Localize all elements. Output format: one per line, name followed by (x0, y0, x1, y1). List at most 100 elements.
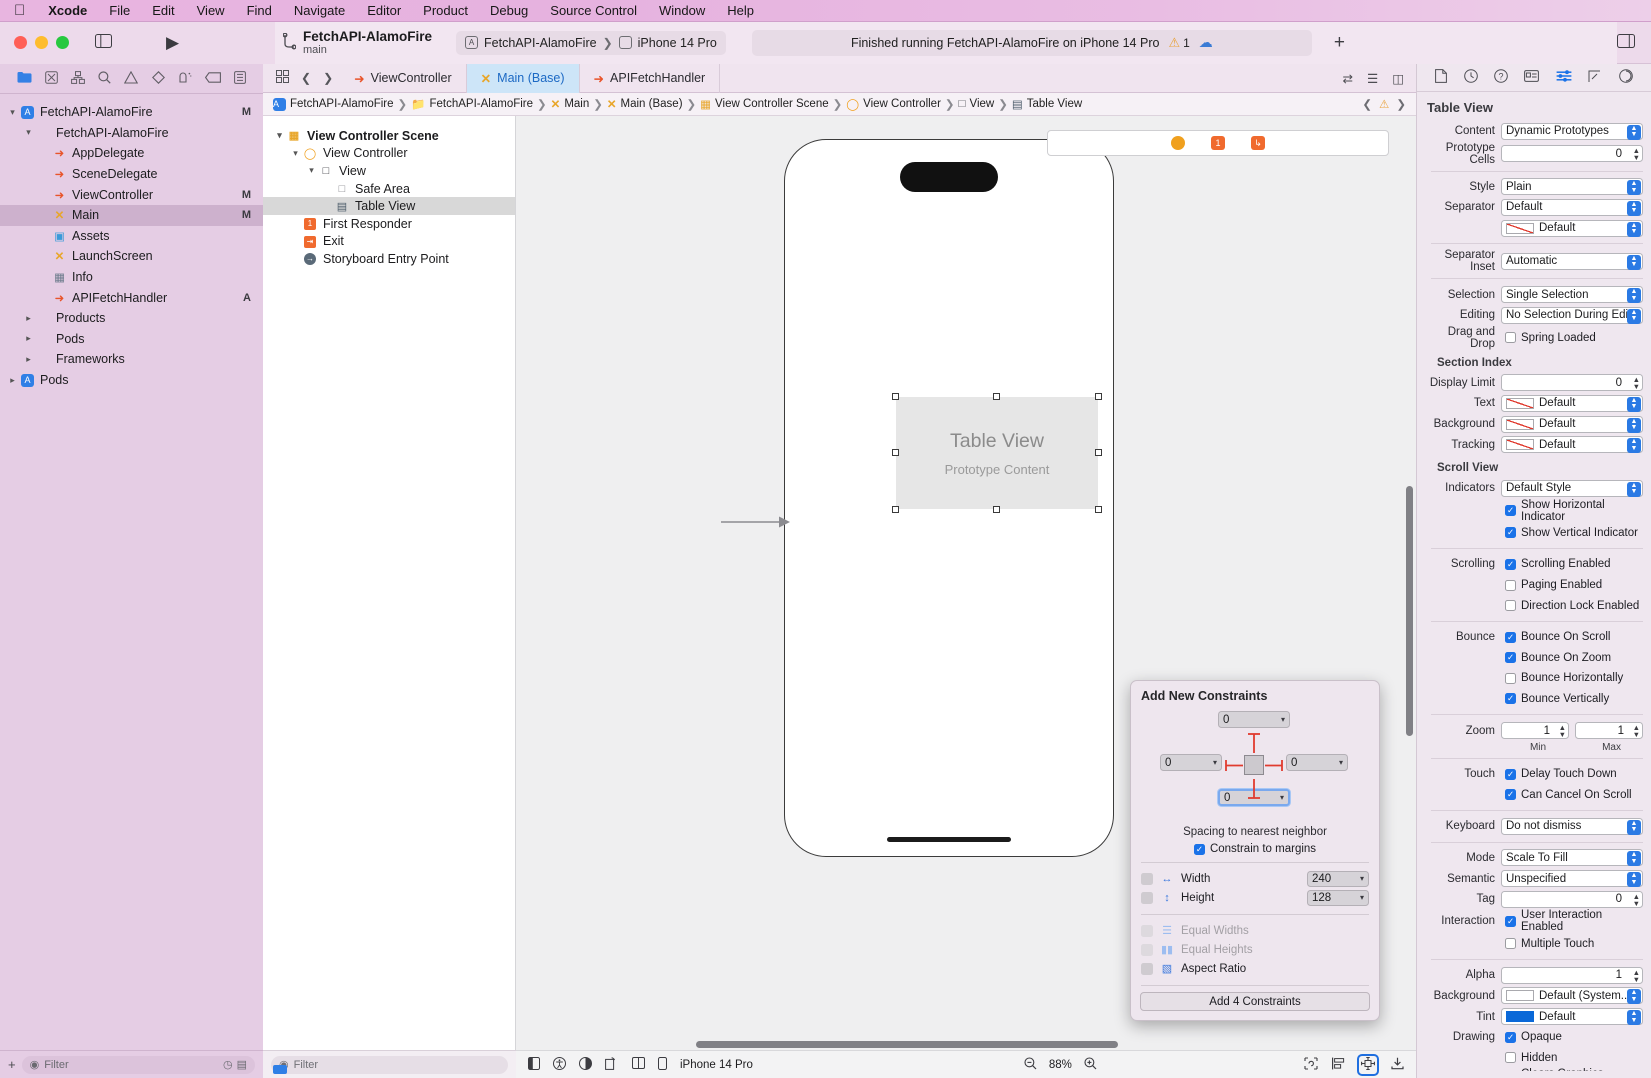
inspector-field-default[interactable]: Default▲▼ (1501, 220, 1643, 237)
project-navigator-icon[interactable] (17, 71, 32, 86)
outline-item-view-controller-scene[interactable]: ▾▦View Controller Scene (263, 127, 515, 145)
resize-handle-middle-right[interactable] (1095, 449, 1102, 456)
stepper-control[interactable]: ▲▼ (1559, 724, 1566, 738)
menu-item-help[interactable]: Help (716, 0, 765, 22)
device-variant-icon[interactable] (658, 1057, 667, 1073)
breadcrumb-item-main[interactable]: ✕Main (551, 97, 590, 111)
inspector-field-indicators[interactable]: Default Style▲▼ (1501, 480, 1643, 497)
color-swatch[interactable] (1506, 990, 1534, 1001)
checkbox-bounce-vertically[interactable]: ✓ (1505, 693, 1516, 704)
find-navigator-icon[interactable] (98, 71, 111, 87)
project-title-group[interactable]: FetchAPI-AlamoFire main (303, 29, 432, 57)
popup-chevron-icon[interactable]: ▲▼ (1627, 397, 1641, 412)
breadcrumb-item-view-controller-scene[interactable]: ▦View Controller Scene (700, 97, 828, 111)
menu-item-edit[interactable]: Edit (141, 0, 185, 22)
checkbox-row-show-vertical-indicator[interactable]: ✓Show Vertical Indicator (1501, 524, 1638, 541)
stepper-control[interactable]: ▲▼ (1633, 147, 1640, 161)
inspector-field-separator-inset[interactable]: Automatic▲▼ (1501, 253, 1643, 270)
height-checkbox[interactable] (1141, 892, 1153, 904)
popup-chevron-icon[interactable]: ▲▼ (1627, 872, 1641, 887)
navigator-item-fetchapi-alamofire[interactable]: ▾FetchAPI-AlamoFire (0, 123, 263, 144)
size-inspector-icon[interactable] (1588, 70, 1602, 86)
menu-item-window[interactable]: Window (648, 0, 716, 22)
connections-inspector-icon[interactable] (1619, 69, 1633, 86)
checkbox-row-spring-loaded[interactable]: Spring Loaded (1501, 329, 1596, 346)
align-icon[interactable] (1332, 1057, 1345, 1073)
assistant-editor-icon[interactable]: ◫ (1392, 71, 1404, 86)
checkbox-row-bounce-horizontally[interactable]: Bounce Horizontally (1501, 670, 1623, 687)
navigator-item-frameworks[interactable]: ▸Frameworks (0, 349, 263, 370)
checkbox-bounce-on-zoom[interactable]: ✓ (1505, 652, 1516, 663)
issue-navigator-icon[interactable] (124, 71, 138, 87)
checkbox-row-delay-touch-down[interactable]: ✓Delay Touch Down (1501, 765, 1617, 782)
outline-item-first-responder[interactable]: 1First Responder (263, 215, 515, 233)
checkbox-row-direction-lock-enabled[interactable]: Direction Lock Enabled (1501, 597, 1639, 614)
menu-item-xcode[interactable]: Xcode (37, 0, 98, 22)
minimize-button[interactable] (35, 36, 48, 49)
menu-item-debug[interactable]: Debug (479, 0, 539, 22)
breadcrumb-item-fetchapi-alamofire[interactable]: AFetchAPI-AlamoFire (273, 98, 394, 111)
menu-item-editor[interactable]: Editor (356, 0, 412, 22)
debug-navigator-icon[interactable] (178, 71, 192, 87)
navigator-item-launchscreen[interactable]: ✕LaunchScreen (0, 246, 263, 267)
history-inspector-icon[interactable] (1464, 69, 1478, 86)
go-forward-icon[interactable]: ❯ (318, 71, 338, 85)
navigator-filter-input[interactable]: ◉ Filter ◷ ▤ (22, 1056, 255, 1074)
popup-chevron-icon[interactable]: ▲▼ (1627, 851, 1641, 866)
inspector-field-keyboard[interactable]: Do not dismiss▲▼ (1501, 818, 1643, 835)
navigator-item-pods[interactable]: ▸Pods (0, 329, 263, 350)
accessibility-icon[interactable] (553, 1057, 566, 1073)
menu-item-navigate[interactable]: Navigate (283, 0, 356, 22)
menu-item-product[interactable]: Product (412, 0, 479, 22)
inspector-field-display-limit[interactable]: 0▲▼ (1501, 374, 1643, 391)
popup-chevron-icon[interactable]: ▲▼ (1627, 820, 1641, 835)
editor-options-icon[interactable] (271, 70, 294, 86)
checkbox-show-horizontal-indicator[interactable]: ✓ (1505, 505, 1516, 516)
menu-item-file[interactable]: File (98, 0, 141, 22)
checkbox-show-vertical-indicator[interactable]: ✓ (1505, 527, 1516, 538)
orientation-icon[interactable] (605, 1057, 619, 1073)
go-back-icon[interactable]: ❮ (296, 71, 316, 85)
disclosure-triangle[interactable]: ▾ (289, 148, 302, 159)
constrain-to-margins-row[interactable]: ✓ Constrain to margins (1131, 843, 1379, 855)
recent-files-icon[interactable]: ◷ (223, 1058, 233, 1071)
resize-handle-bottom-right[interactable] (1095, 506, 1102, 513)
checkbox-bounce-on-scroll[interactable]: ✓ (1505, 632, 1516, 643)
navigator-item-viewcontroller[interactable]: ➜ViewControllerM (0, 184, 263, 205)
apple-menu-icon[interactable]:  (10, 1, 37, 21)
resolve-issues-icon[interactable] (1391, 1057, 1404, 1073)
zoom-level-label[interactable]: 88% (1049, 1059, 1072, 1071)
resize-handle-top-center[interactable] (993, 393, 1000, 400)
navigator-item-fetchapi-alamofire[interactable]: ▾AFetchAPI-AlamoFireM (0, 102, 263, 123)
close-button[interactable] (14, 36, 27, 49)
help-inspector-icon[interactable]: ? (1494, 69, 1508, 86)
popup-chevron-icon[interactable]: ▲▼ (1627, 418, 1641, 433)
navigator-item-info[interactable]: ▦Info (0, 267, 263, 288)
inspector-field-alpha[interactable]: 1▲▼ (1501, 967, 1643, 984)
inspector-field-background[interactable]: Default▲▼ (1501, 416, 1643, 433)
outline-item-view-controller[interactable]: ▾◯View Controller (263, 145, 515, 163)
resize-handle-top-left[interactable] (892, 393, 899, 400)
table-view-object[interactable]: Table View Prototype Content (896, 397, 1098, 509)
inspector-field-selection[interactable]: Single Selection▲▼ (1501, 286, 1643, 303)
add-constraints-button[interactable]: Add 4 Constraints (1140, 992, 1370, 1011)
inspector-field-text[interactable]: Default▲▼ (1501, 395, 1643, 412)
breakpoint-navigator-icon[interactable] (205, 71, 221, 86)
toggle-document-outline-icon[interactable] (528, 1057, 540, 1073)
run-button[interactable]: ▶ (166, 33, 179, 53)
resize-handle-top-right[interactable] (1095, 393, 1102, 400)
checkbox-can-cancel-on-scroll[interactable]: ✓ (1505, 789, 1516, 800)
stepper-control[interactable]: ▲▼ (1633, 724, 1640, 738)
popup-chevron-icon[interactable]: ▲▼ (1627, 222, 1641, 237)
editor-tab-apifetchhandler[interactable]: ➜APIFetchHandler (580, 64, 721, 93)
checkbox-opaque[interactable]: ✓ (1505, 1032, 1516, 1043)
exit-icon[interactable]: ↳ (1251, 136, 1265, 150)
cloud-icon[interactable]: ☁ (1199, 34, 1213, 51)
disclosure-triangle[interactable]: ▾ (305, 165, 318, 176)
popup-chevron-icon[interactable]: ▲▼ (1627, 309, 1641, 324)
checkbox-row-multiple-touch[interactable]: Multiple Touch (1501, 935, 1594, 952)
height-value-field[interactable]: 128 ▾ (1307, 890, 1369, 906)
zoom-in-icon[interactable] (1084, 1057, 1097, 1073)
disclosure-triangle[interactable]: ▾ (6, 107, 19, 118)
checkbox-spring-loaded[interactable] (1505, 332, 1516, 343)
